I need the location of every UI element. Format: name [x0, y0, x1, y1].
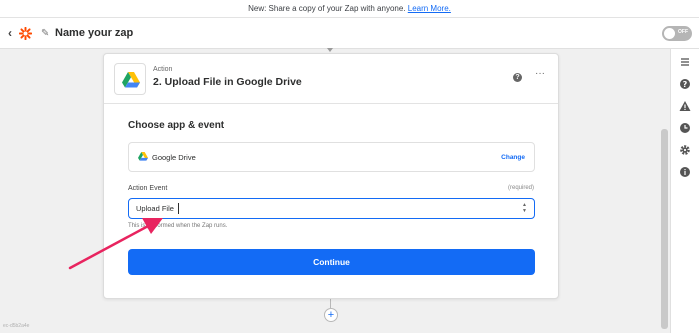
help-icon[interactable]: ? — [679, 78, 691, 90]
editor-header: ‹ ✎ Name your zap OFF — [0, 18, 699, 49]
step-title[interactable]: 2. Upload File in Google Drive — [153, 76, 302, 88]
canvas-scrollbar[interactable] — [660, 49, 669, 333]
continue-button[interactable]: Continue — [128, 249, 535, 275]
google-drive-icon — [122, 72, 140, 88]
action-event-value: Upload File — [136, 204, 174, 213]
step-help-icon[interactable]: ? — [513, 73, 522, 82]
step-type-label: Action — [153, 66, 173, 73]
action-event-select[interactable]: Upload File ▲ ▼ — [128, 198, 535, 219]
edit-name-icon[interactable]: ✎ — [41, 28, 49, 39]
outline-icon[interactable] — [679, 56, 691, 68]
svg-text:?: ? — [683, 80, 688, 89]
banner-text: New: Share a copy of your Zap with anyon… — [248, 4, 408, 13]
select-arrows-icon: ▲ ▼ — [522, 202, 527, 214]
announcement-banner: New: Share a copy of your Zap with anyon… — [0, 0, 699, 18]
app-name: Google Drive — [152, 153, 196, 162]
zapier-logo-icon — [19, 27, 32, 40]
right-sidebar: ? — [670, 49, 699, 333]
learn-more-link[interactable]: Learn More. — [408, 4, 451, 13]
more-options-icon[interactable]: ··· — [535, 68, 545, 79]
selected-app-row[interactable]: Google Drive Change — [128, 142, 535, 172]
required-label: (required) — [507, 185, 534, 191]
toggle-label: OFF — [678, 29, 688, 35]
zap-name-title[interactable]: Name your zap — [55, 27, 133, 39]
add-step-button[interactable]: + — [324, 308, 338, 322]
toggle-knob — [664, 28, 675, 39]
google-drive-icon — [138, 152, 148, 161]
change-app-button[interactable]: Change — [501, 154, 525, 161]
history-icon[interactable] — [679, 122, 691, 134]
connector-line — [330, 299, 331, 308]
action-step-card: Action 2. Upload File in Google Drive ? … — [103, 53, 559, 299]
version-label: ec-d5b2a4e — [3, 323, 30, 329]
zap-on-off-toggle[interactable]: OFF — [662, 26, 692, 41]
scrollbar-thumb[interactable] — [661, 129, 668, 329]
section-title: Choose app & event — [128, 120, 225, 131]
text-cursor — [178, 203, 179, 214]
action-event-label: Action Event — [128, 185, 168, 192]
connector-arrow-icon — [327, 48, 333, 52]
app-icon-container — [114, 63, 146, 95]
info-icon[interactable] — [679, 166, 691, 178]
settings-icon[interactable] — [679, 144, 691, 156]
step-header[interactable]: Action 2. Upload File in Google Drive ? … — [104, 54, 558, 104]
back-button[interactable]: ‹ — [8, 26, 12, 40]
helper-text: This is performed when the Zap runs. — [128, 223, 228, 229]
alert-icon[interactable] — [679, 100, 691, 112]
